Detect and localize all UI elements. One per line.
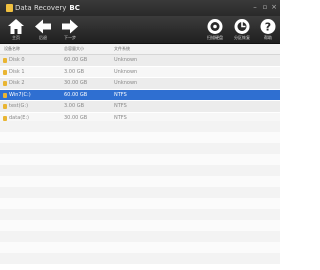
next-button[interactable]: 下一步	[56, 17, 84, 43]
device-name-cell: test(G:)	[9, 103, 29, 109]
device-list: Disk 0 60.00 GB Unknown Disk 1 3.00 GB U…	[0, 55, 280, 124]
disk-icon	[3, 58, 7, 63]
table-row[interactable]: Disk 1 3.00 GB Unknown	[0, 66, 280, 78]
filesystem-cell: NTFS	[114, 103, 127, 109]
capacity-cell: 3.00 GB	[64, 103, 85, 109]
home-label: 主页	[12, 35, 20, 40]
app-icon	[6, 4, 13, 12]
table-row-selected[interactable]: Win7(C:) 60.00 GB NTFS	[0, 89, 280, 101]
capacity-cell: 60.00 GB	[64, 91, 88, 98]
next-label: 下一步	[64, 35, 76, 40]
table-header: 设备名称 总容量大小 文件系统	[0, 44, 280, 55]
arrow-right-icon	[62, 19, 78, 34]
home-button[interactable]: 主页	[2, 17, 30, 43]
svg-text:?: ?	[265, 20, 271, 33]
capacity-cell: 3.00 GB	[64, 68, 85, 75]
table-row[interactable]: Disk 2 30.00 GB Unknown	[0, 78, 280, 90]
device-name-cell: Win7(C:)	[9, 91, 31, 98]
title-bar: Data Recovery BC – ▫ ×	[0, 0, 280, 16]
filesystem-cell: NTFS	[114, 91, 127, 98]
help-label: 帮助	[264, 35, 272, 40]
help-button[interactable]: ? 帮助	[254, 17, 282, 43]
minimize-icon[interactable]: –	[252, 4, 258, 11]
toolbar: 主页 后退 下一步 扫描硬盘 分区恢复 ? 帮助	[0, 16, 280, 44]
filesystem-cell: Unknown	[114, 80, 138, 86]
window-title: Data Recovery BC	[15, 0, 80, 16]
window-title-text: Data Recovery	[15, 4, 67, 12]
scan-disk-label: 扫描硬盘	[207, 35, 223, 40]
help-icon: ?	[260, 19, 276, 34]
table-row[interactable]: test(G:) 3.00 GB NTFS	[0, 101, 280, 113]
maximize-icon[interactable]: ▫	[262, 4, 268, 11]
home-icon	[8, 19, 24, 34]
empty-list-area	[0, 121, 280, 270]
device-name-cell: Disk 0	[9, 57, 25, 63]
app-window: Data Recovery BC – ▫ × 主页 后退 下一步 扫描硬盘 分区…	[0, 0, 280, 270]
device-name-cell: Disk 2	[9, 80, 25, 86]
disk-icon	[3, 81, 7, 86]
partition-recovery-label: 分区恢复	[234, 35, 250, 40]
back-label: 后退	[39, 35, 47, 40]
window-brand: BC	[69, 4, 80, 12]
device-name-cell: Disk 1	[9, 68, 25, 75]
column-header-filesystem[interactable]: 文件系统	[114, 44, 130, 54]
column-header-capacity[interactable]: 总容量大小	[64, 44, 84, 54]
filesystem-cell: Unknown	[114, 68, 138, 75]
column-header-device-name[interactable]: 设备名称	[4, 44, 20, 54]
partition-recovery-button[interactable]: 分区恢复	[228, 17, 256, 43]
disk-icon	[3, 104, 7, 109]
back-button[interactable]: 后退	[29, 17, 57, 43]
disk-icon	[3, 92, 7, 98]
disk-icon	[3, 115, 7, 121]
capacity-cell: 60.00 GB	[64, 57, 88, 63]
close-icon[interactable]: ×	[271, 4, 277, 11]
disk-scan-icon	[207, 19, 223, 34]
scan-disk-button[interactable]: 扫描硬盘	[201, 17, 229, 43]
arrow-left-icon	[35, 19, 51, 34]
disk-icon	[3, 69, 7, 75]
disk-recovery-icon	[234, 19, 250, 34]
capacity-cell: 30.00 GB	[64, 80, 88, 86]
table-row[interactable]: Disk 0 60.00 GB Unknown	[0, 55, 280, 67]
filesystem-cell: Unknown	[114, 57, 138, 63]
